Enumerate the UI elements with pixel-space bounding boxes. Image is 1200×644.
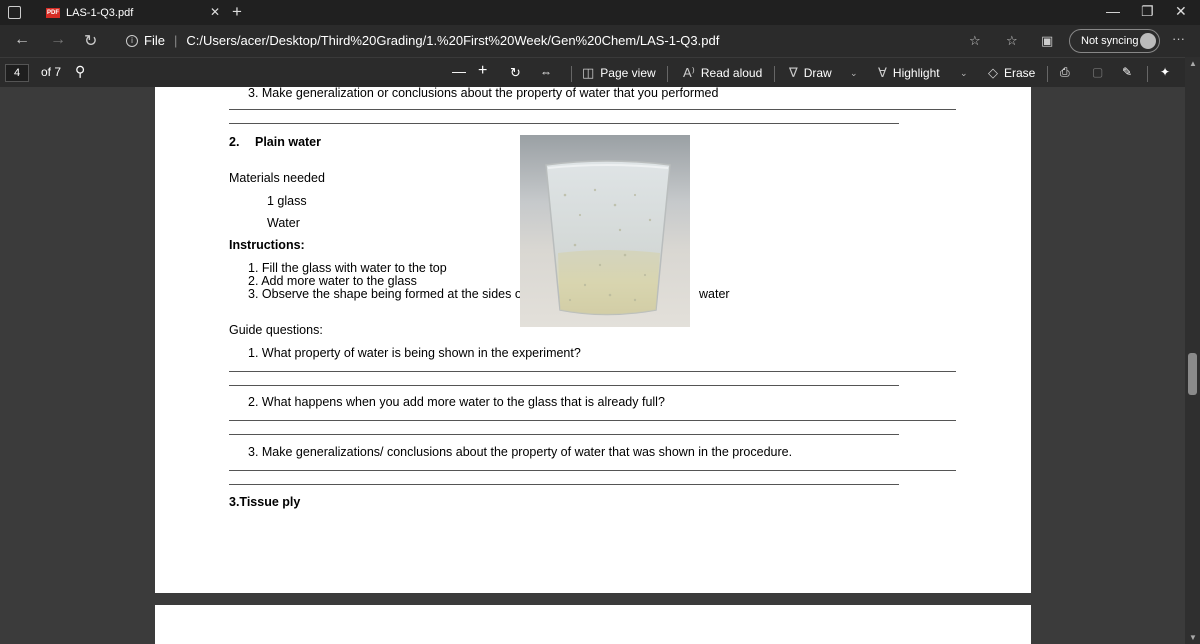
erase-button[interactable]: ◇ Erase [988, 65, 1035, 81]
materials-heading: Materials needed [229, 171, 325, 185]
scrollbar-thumb[interactable] [1188, 353, 1197, 395]
read-aloud-label: Read aloud [700, 66, 763, 80]
toolbar-divider [774, 66, 775, 82]
toolbar-divider [571, 66, 572, 82]
settings-more-icon[interactable]: ··· [1172, 31, 1185, 46]
instruction-continuation: water [699, 287, 730, 301]
pdf-file-icon: PDF [46, 7, 60, 18]
top-question: 3. Make generalization or conclusions ab… [248, 86, 719, 100]
profile-sync-button[interactable]: Not syncing [1069, 29, 1160, 53]
collections-icon[interactable]: ▣ [1041, 33, 1053, 49]
guide-question: 2. What happens when you add more water … [248, 395, 665, 409]
toolbar-divider [667, 66, 668, 82]
page-view-icon: ◫ [582, 65, 595, 80]
page-view-button[interactable]: ◫ Page view [582, 65, 656, 81]
instruction-item: 1. Fill the glass with water to the top [248, 261, 447, 275]
fit-page-icon[interactable]: ⇔ [540, 65, 552, 79]
new-tab-icon[interactable]: + [232, 2, 242, 22]
minimize-icon[interactable]: — [1106, 3, 1120, 19]
glass-of-water-photo [520, 135, 690, 327]
zoom-in-icon[interactable]: + [478, 62, 487, 80]
read-aloud-icon: A⁾ [683, 65, 695, 80]
workspaces-icon[interactable] [8, 6, 21, 19]
pdf-toolbar: 4 of 7 ⚲ — + ↻ ⇔ ◫ Page view A⁾ Read alo… [0, 57, 1200, 87]
vertical-scrollbar[interactable]: ▲ ▼ [1185, 57, 1200, 644]
answer-line [229, 420, 956, 421]
answer-line [229, 371, 956, 372]
scroll-up-icon[interactable]: ▲ [1189, 59, 1197, 68]
zoom-out-icon[interactable]: — [452, 63, 466, 79]
highlight-options-chevron-icon[interactable]: ⌄ [960, 68, 968, 79]
page-view-label: Page view [600, 66, 656, 80]
material-item: 1 glass [267, 194, 307, 208]
pin-toolbar-icon[interactable]: ✦ [1160, 65, 1170, 79]
url-text: C:/Users/acer/Desktop/Third%20Grading/1.… [186, 33, 720, 48]
instruction-item: 3. Observe the shape being formed at the… [248, 287, 526, 301]
highlight-label: Highlight [892, 66, 940, 80]
favorite-add-icon[interactable]: ☆ [969, 33, 981, 49]
draw-options-chevron-icon[interactable]: ⌄ [850, 68, 858, 79]
scroll-down-icon[interactable]: ▼ [1189, 633, 1197, 642]
url-field[interactable]: i File | C:/Users/acer/Desktop/Third%20G… [126, 33, 719, 48]
draw-button[interactable]: ∇ Draw [789, 65, 832, 81]
answer-line [229, 385, 899, 386]
save-icon[interactable]: ▢ [1092, 65, 1103, 79]
tab-title: LAS-1-Q3.pdf [66, 6, 134, 19]
section-title: Plain water [255, 135, 321, 149]
guide-question: 3. Make generalizations/ conclusions abo… [248, 445, 793, 459]
eraser-icon: ◇ [988, 65, 998, 80]
page-total: of 7 [41, 65, 62, 79]
rotate-icon[interactable]: ↻ [510, 65, 521, 81]
search-icon[interactable]: ⚲ [75, 63, 85, 80]
info-icon[interactable]: i [126, 34, 138, 47]
instructions-heading: Instructions: [229, 238, 305, 252]
page-number-input[interactable]: 4 [5, 64, 29, 82]
answer-line [229, 484, 899, 485]
url-scheme: File [144, 33, 165, 48]
back-icon[interactable]: ← [14, 31, 30, 49]
favorites-icon[interactable]: ☆ [1006, 33, 1018, 49]
toolbar-divider [1147, 66, 1148, 82]
next-section-title: 3.Tissue ply [229, 495, 301, 509]
draw-label: Draw [803, 66, 832, 80]
close-window-icon[interactable]: ✕ [1175, 3, 1187, 20]
url-separator: | [173, 33, 178, 48]
answer-line [229, 434, 899, 435]
close-tab-icon[interactable]: ✕ [210, 5, 220, 19]
answer-line [229, 109, 956, 110]
answer-line [229, 470, 956, 471]
guide-heading: Guide questions: [229, 323, 323, 337]
tab-strip: PDF LAS-1-Q3.pdf ✕ + — ❐ ✕ [0, 0, 1200, 25]
guide-question: 1. What property of water is being shown… [248, 346, 581, 360]
read-aloud-button[interactable]: A⁾ Read aloud [683, 65, 762, 81]
restore-icon[interactable]: ❐ [1141, 3, 1154, 20]
print-icon[interactable]: ⎙ [1060, 65, 1070, 80]
save-as-icon[interactable]: ✎ [1122, 65, 1132, 79]
refresh-icon[interactable]: ↻ [84, 31, 97, 51]
instruction-item: 2. Add more water to the glass [248, 274, 417, 288]
avatar [1140, 33, 1156, 49]
forward-icon[interactable]: → [50, 31, 66, 49]
toolbar-divider [1047, 66, 1048, 82]
answer-line [229, 123, 899, 124]
material-item: Water [267, 216, 300, 230]
pdf-page: 3. Make generalization or conclusions ab… [155, 86, 1031, 593]
pdf-next-page [155, 605, 1031, 644]
highlight-button[interactable]: ∀ Highlight [878, 65, 940, 81]
draw-icon: ∇ [789, 65, 798, 80]
address-bar: ← → ↻ i File | C:/Users/acer/Desktop/Thi… [0, 25, 1200, 57]
highlight-icon: ∀ [878, 65, 887, 80]
tab-active[interactable]: PDF LAS-1-Q3.pdf ✕ [38, 0, 228, 25]
section-number: 2. [229, 135, 240, 149]
erase-label: Erase [1004, 66, 1036, 80]
sync-label: Not syncing [1081, 35, 1139, 47]
